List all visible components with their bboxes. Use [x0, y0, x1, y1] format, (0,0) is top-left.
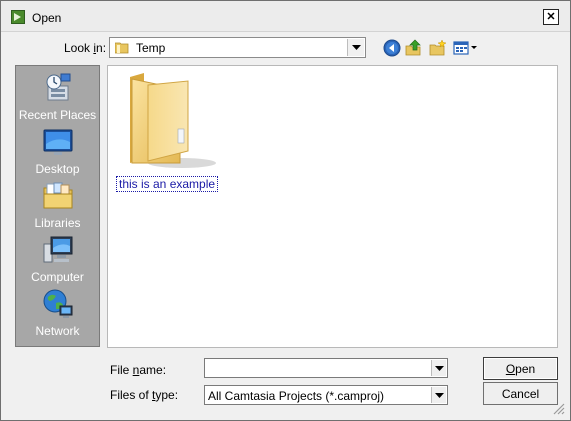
up-folder-icon[interactable]: [405, 39, 423, 57]
place-computer[interactable]: Computer: [16, 232, 99, 286]
views-menu-icon[interactable]: [453, 39, 479, 57]
file-name-label: File name:: [110, 363, 167, 377]
desktop-icon: [43, 129, 73, 155]
place-desktop[interactable]: Desktop: [16, 124, 99, 178]
chevron-down-icon[interactable]: [347, 39, 364, 56]
place-label: Desktop: [35, 162, 80, 176]
chevron-down-icon[interactable]: [431, 387, 446, 403]
file-name-combobox[interactable]: [204, 358, 448, 378]
network-icon: [43, 289, 73, 318]
back-icon[interactable]: [383, 39, 401, 57]
open-dialog: Open ✕ Look in: Temp Recent Places Deskt…: [0, 0, 571, 421]
open-button[interactable]: Open: [483, 357, 558, 380]
list-item[interactable]: this is an example: [116, 71, 226, 192]
close-icon: ✕: [546, 10, 556, 23]
folder-icon: [115, 42, 129, 53]
place-label: Recent Places: [18, 108, 97, 122]
resize-grip-icon[interactable]: [551, 401, 565, 415]
place-label: Network: [35, 324, 80, 338]
look-in-label: Look in:: [64, 41, 107, 55]
place-libraries[interactable]: Libraries: [16, 178, 99, 232]
cancel-button[interactable]: Cancel: [483, 382, 558, 405]
place-label: Computer: [31, 270, 84, 284]
file-type-dropdown[interactable]: All Camtasia Projects (*.camproj): [204, 385, 448, 405]
file-type-value: All Camtasia Projects (*.camproj): [208, 389, 385, 403]
recent-places-icon: [46, 73, 71, 101]
camtasia-icon: [11, 10, 25, 24]
file-name-input[interactable]: [207, 360, 427, 375]
file-type-label: Files of type:: [110, 388, 179, 402]
folder-icon: [130, 73, 216, 168]
file-list[interactable]: this is an example: [107, 65, 558, 348]
chevron-down-icon[interactable]: [431, 360, 446, 376]
computer-icon: [43, 236, 73, 263]
new-folder-icon[interactable]: [429, 39, 447, 57]
look-in-value: Temp: [136, 40, 166, 55]
window-title: Open: [32, 11, 62, 25]
places-bar: Recent Places Desktop Libraries Computer…: [15, 65, 100, 347]
libraries-icon: [43, 182, 73, 209]
place-label: Libraries: [34, 216, 81, 230]
close-button[interactable]: ✕: [543, 9, 559, 25]
look-in-dropdown[interactable]: Temp: [109, 37, 366, 58]
title-bar[interactable]: Open ✕: [1, 1, 570, 32]
place-recent-places[interactable]: Recent Places: [16, 70, 99, 124]
file-name-label: this is an example: [116, 176, 219, 192]
place-network[interactable]: Network: [16, 286, 99, 340]
